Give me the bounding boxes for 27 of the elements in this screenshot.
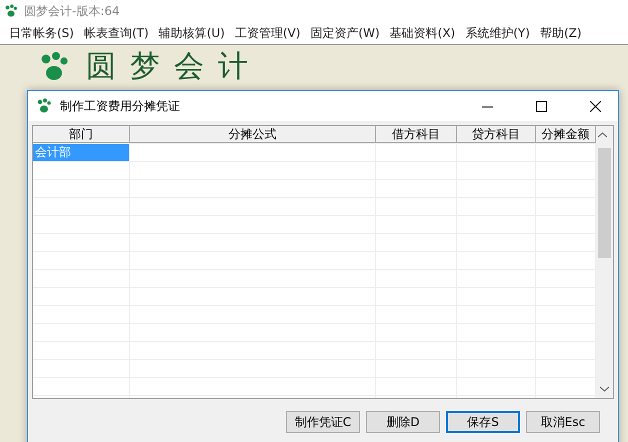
column-header[interactable]: 分摊公式	[130, 126, 376, 143]
maximize-icon	[536, 100, 546, 112]
column-header[interactable]: 分摊金额	[536, 126, 596, 143]
dialog-button[interactable]: 删除D	[366, 411, 440, 433]
paw-icon	[36, 98, 52, 114]
dialog-button[interactable]: 保存S	[446, 411, 520, 433]
app-title: 圆梦会计-版本:64	[24, 2, 120, 20]
dialog-button[interactable]: 取消Esc	[526, 411, 600, 433]
menu-item[interactable]: 帐表查询(T)	[78, 24, 154, 42]
close-icon	[590, 100, 600, 112]
scroll-down-icon[interactable]	[600, 386, 609, 392]
column-header[interactable]: 部门	[33, 126, 130, 143]
menu-item[interactable]: 基础资料(X)	[384, 24, 460, 42]
paw-icon	[4, 4, 18, 18]
menu-item[interactable]: 系统维护(Y)	[460, 24, 535, 42]
menu-item[interactable]: 帮助(Z)	[534, 24, 587, 42]
column-header[interactable]: 借方科目	[376, 126, 457, 143]
column-header[interactable]: 贷方科目	[457, 126, 536, 143]
dialog-title: 制作工资费用分摊凭证	[60, 98, 181, 114]
dialog-button[interactable]: 制作凭证C	[286, 411, 360, 433]
scrollbar[interactable]	[596, 126, 613, 398]
scroll-up-icon[interactable]	[598, 132, 607, 138]
logo-text: 圆梦会计	[86, 52, 262, 82]
menu-item[interactable]: 辅助核算(U)	[154, 24, 230, 42]
menu-item[interactable]: 固定资产(W)	[305, 24, 385, 42]
menu-item[interactable]: 日常帐务(S)	[4, 24, 79, 42]
menu-item[interactable]: 工资管理(V)	[230, 24, 306, 42]
